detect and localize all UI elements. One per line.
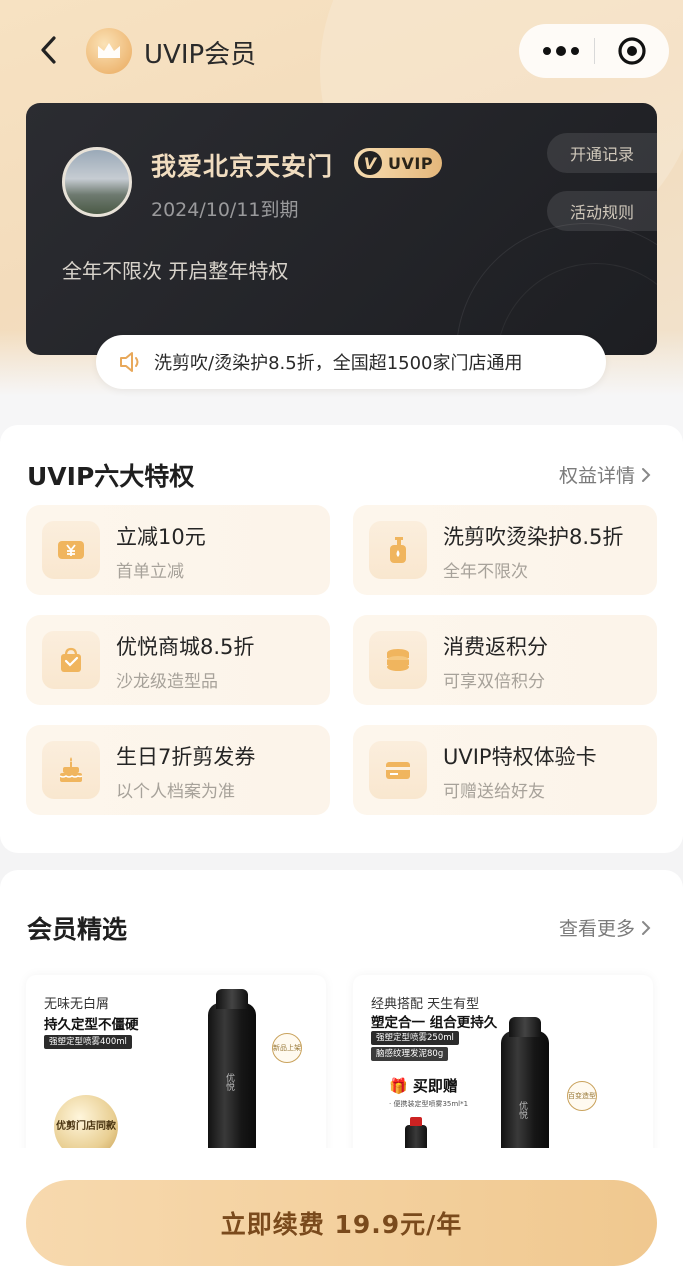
more-dots-icon[interactable] (541, 38, 581, 64)
card-icon (369, 741, 427, 799)
expire-date: 2024/10/11到期 (151, 199, 299, 221)
gift-text: 买即赠 (412, 1077, 458, 1095)
speaker-icon (120, 352, 139, 372)
avatar[interactable] (62, 147, 132, 217)
privileges-detail-label: 权益详情 (558, 465, 635, 487)
privilege-item[interactable]: 消费返积分 可享双倍积分 (353, 615, 657, 705)
privileges-title: UVIP六大特权 (27, 462, 195, 491)
product-spec-tag: 脑感纹理发泥80g (371, 1047, 449, 1061)
back-button[interactable] (34, 32, 64, 68)
privilege-sub: 全年不限次 (443, 562, 528, 582)
notice-bar: 洗剪吹/烫染护8.5折，全国超1500家门店通用 (96, 335, 606, 389)
card-slogan: 全年不限次 开启整年特权 (62, 259, 289, 283)
privilege-item[interactable]: 生日7折剪发券 以个人档案为准 (26, 725, 330, 815)
page-title: UVIP会员 (144, 40, 257, 70)
picks-title: 会员精选 (27, 915, 128, 944)
privilege-item[interactable]: 洗剪吹烫染护8.5折 全年不限次 (353, 505, 657, 595)
miniprogram-capsule (519, 24, 669, 78)
shampoo-bottle-icon (369, 521, 427, 579)
gift-sub: · 便携装定型喷雾35ml*1 (389, 1100, 469, 1108)
privilege-item[interactable]: 立减10元 首单立减 (26, 505, 330, 595)
privilege-sub: 首单立减 (116, 562, 184, 582)
privilege-title: 消费返积分 (443, 635, 548, 659)
privilege-title: 洗剪吹烫染护8.5折 (443, 525, 624, 549)
notice-text: 洗剪吹/烫染护8.5折，全国超1500家门店通用 (154, 353, 523, 374)
product-spec-tag: 强塑定型喷雾400ml (44, 1035, 132, 1049)
top-nav: UVIP会员 (0, 22, 683, 80)
shopping-bag-icon (42, 631, 100, 689)
uvip-badge-v: V (358, 151, 382, 175)
user-name: 我爱北京天安门 (151, 152, 334, 181)
privilege-title: 生日7折剪发券 (116, 745, 256, 769)
product-spec-tag: 强塑定型喷雾250ml (371, 1031, 459, 1045)
privilege-title: 优悦商城8.5折 (116, 635, 255, 659)
privilege-title: UVIP特权体验卡 (443, 745, 597, 769)
privilege-sub: 可赠送给好友 (443, 782, 545, 802)
renew-button[interactable]: 立即续费 19.9元/年 (26, 1180, 657, 1266)
records-button[interactable]: 开通记录 (547, 133, 657, 173)
uvip-badge: V UVIP (354, 148, 442, 178)
privilege-item[interactable]: 优悦商城8.5折 沙龙级造型品 (26, 615, 330, 705)
product-tagline: 无味无白屑 (44, 997, 110, 1012)
coupon-icon (42, 521, 100, 579)
chevron-right-icon (642, 920, 651, 935)
product-headline: 持久定型不僵硬 (44, 1017, 139, 1033)
gift-label: 🎁 买即赠 (389, 1077, 458, 1095)
bottle-label: 优悦 (224, 1073, 234, 1091)
privileges-detail-link[interactable]: 权益详情 (559, 461, 651, 488)
picks-more-label: 查看更多 (558, 918, 635, 940)
bottom-bar: 立即续费 19.9元/年 (0, 1148, 683, 1280)
product-tagline: 经典搭配 天生有型 (371, 997, 480, 1012)
privileges-panel: UVIP六大特权 权益详情 立减10元 首单立减 洗剪吹烫染护8.5折 全年不限… (0, 425, 683, 853)
bottle-label: 优悦 (517, 1101, 527, 1119)
privilege-sub: 沙龙级造型品 (116, 672, 218, 692)
picks-more-link[interactable]: 查看更多 (559, 914, 651, 941)
new-seal: 新品上架 (272, 1033, 302, 1063)
privilege-title: 立减10元 (116, 525, 206, 549)
birthday-cake-icon (42, 741, 100, 799)
uvip-badge-text: UVIP (388, 153, 434, 173)
chevron-left-icon (41, 36, 56, 64)
privilege-sub: 可享双倍积分 (443, 672, 545, 692)
variety-seal: 百变造型 (567, 1081, 597, 1111)
coin-stack-icon (369, 631, 427, 689)
product-headline: 塑定合一 组合更持久 (371, 1015, 498, 1031)
privilege-sub: 以个人档案为准 (116, 782, 235, 802)
chevron-right-icon (642, 467, 651, 482)
privilege-item[interactable]: UVIP特权体验卡 可赠送给好友 (353, 725, 657, 815)
target-icon[interactable] (617, 36, 647, 66)
crown-icon (86, 28, 132, 74)
member-card: 我爱北京天安门 V UVIP 2024/10/11到期 全年不限次 开启整年特权… (26, 103, 657, 355)
rules-button[interactable]: 活动规则 (547, 191, 657, 231)
capsule-divider (594, 38, 595, 64)
